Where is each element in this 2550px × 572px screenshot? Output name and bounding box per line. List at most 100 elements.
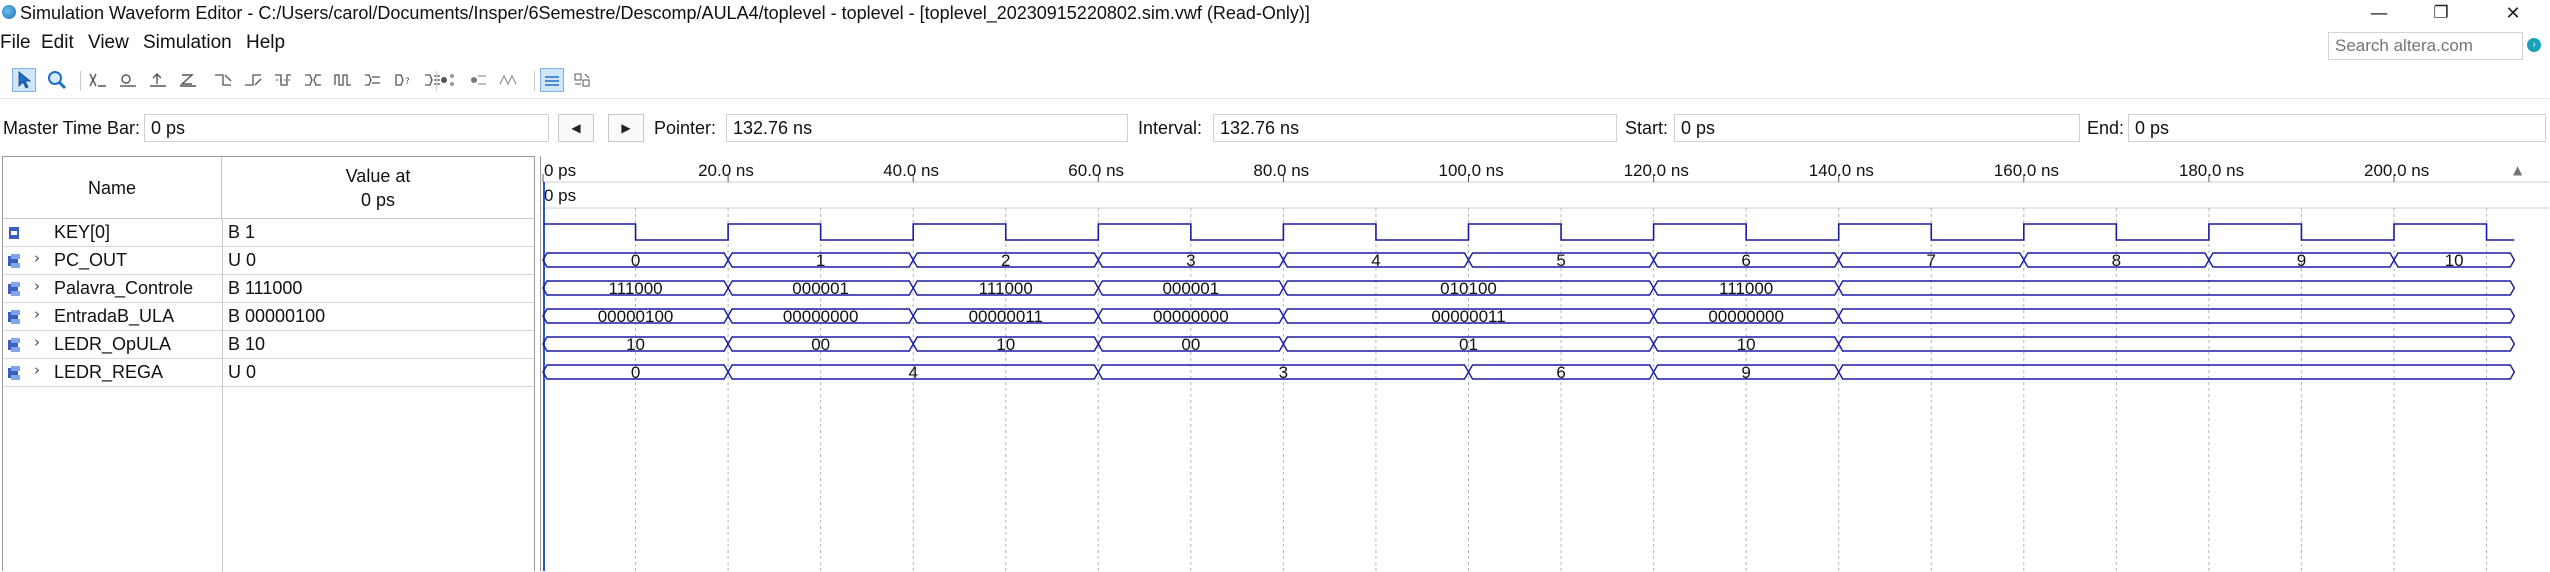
- app-icon: [2, 5, 16, 19]
- menu-file[interactable]: File: [0, 32, 31, 54]
- close-button[interactable]: ✕: [2490, 0, 2536, 27]
- snap-to-grid-icon[interactable]: [436, 68, 460, 92]
- forcing-unknown-icon[interactable]: [86, 68, 110, 92]
- time-tick-label: 80.0 ns: [1253, 161, 1309, 180]
- signal-row-entradab-ula[interactable]: › EntradaB_ULA B 00000100: [3, 303, 534, 331]
- menu-simulation[interactable]: Simulation: [143, 32, 232, 54]
- bus-value-label: 000001: [792, 279, 849, 298]
- expand-chevron-icon[interactable]: ›: [34, 333, 40, 351]
- grid-settings-icon[interactable]: [570, 68, 594, 92]
- search-input[interactable]: [2328, 32, 2523, 60]
- bus-value-label: 00000000: [783, 307, 859, 326]
- bus-value-label: 00000000: [1708, 307, 1784, 326]
- signal-value: U 0: [228, 250, 257, 270]
- waveform-compare-icon[interactable]: [466, 68, 490, 92]
- next-transition-button[interactable]: ▶: [608, 114, 644, 142]
- signal-value: B 111000: [228, 278, 303, 298]
- time-tick-label: 160.0 ns: [1994, 161, 2059, 180]
- master-time-marker-label: 0 ps: [544, 186, 576, 205]
- bus-segment: [1837, 308, 2516, 324]
- value-column-header[interactable]: Value at 0 ps: [222, 157, 534, 219]
- signal-row-palavra-controle[interactable]: › Palavra_Controle B 111000: [3, 275, 534, 303]
- expand-chevron-icon[interactable]: ›: [34, 277, 40, 295]
- output-bus-icon: [8, 338, 20, 352]
- value-icon[interactable]: ?: [391, 68, 415, 92]
- bus-value-label: 10: [626, 335, 645, 354]
- signal-list-panel: Name Value at 0 ps KEY[0] B 1 › PC_OUT U…: [2, 156, 535, 572]
- signal-value: U 0: [228, 362, 257, 382]
- clock-icon[interactable]: [331, 68, 355, 92]
- svg-text:?: ?: [405, 77, 410, 87]
- forcing-low-icon[interactable]: [116, 68, 140, 92]
- menu-bar: File Edit View Simulation Help: [0, 29, 2550, 59]
- bus-value-label: 4: [1371, 251, 1380, 270]
- master-time-bar-field[interactable]: 0 ps: [144, 114, 549, 142]
- start-label: Start:: [1625, 118, 1669, 138]
- expand-chevron-icon[interactable]: ›: [34, 361, 40, 379]
- search-go-icon[interactable]: ›: [2527, 38, 2541, 52]
- output-bus-icon: [8, 282, 20, 296]
- value-header-line2: 0 ps: [360, 190, 396, 210]
- name-column-header[interactable]: Name: [3, 157, 222, 219]
- value-header-line1: Value at: [345, 166, 411, 186]
- bus-value-label: 00000000: [1153, 307, 1229, 326]
- random-values-icon[interactable]: [361, 68, 385, 92]
- output-bus-icon: [8, 366, 20, 380]
- bus-value-label: 111000: [608, 279, 662, 298]
- signal-name: EntradaB_ULA: [54, 306, 175, 326]
- signal-name: KEY[0]: [54, 222, 111, 242]
- menu-edit[interactable]: Edit: [41, 32, 74, 54]
- input-pin-icon: [9, 227, 19, 239]
- end-label: End:: [2087, 118, 2125, 138]
- time-tick-label: 20.0 ns: [698, 161, 754, 180]
- waveform-panel[interactable]: 0 ps 20.0 ns 40.0 ns 60.0 ns 80.0 ns 100.0 ns…: [540, 156, 2550, 571]
- time-tick-label: 200.0 ns: [2364, 161, 2429, 180]
- menu-view[interactable]: View: [88, 32, 129, 54]
- bus-value-label: 5: [1556, 251, 1565, 270]
- output-bus-icon: [8, 254, 20, 268]
- bus-value-label: 00000011: [1431, 307, 1505, 326]
- bus-value-label: 6: [1556, 363, 1565, 382]
- interval-label: Interval:: [1138, 118, 1203, 138]
- waveform-canvas[interactable]: 0 ps 20.0 ns 40.0 ns 60.0 ns 80.0 ns 100.0 ns…: [541, 156, 2549, 571]
- bus-segment: [1837, 364, 2516, 380]
- weak-low-icon[interactable]: [211, 68, 235, 92]
- menu-help[interactable]: Help: [246, 32, 285, 54]
- signal-row-ledr-opula[interactable]: › LEDR_OpULA B 10: [3, 331, 534, 359]
- scroll-up-arrow-icon[interactable]: ▲: [2513, 163, 2522, 177]
- bus-value-label: 10: [2445, 251, 2464, 270]
- end-field: 0 ps: [2128, 114, 2546, 142]
- count-value-icon[interactable]: [301, 68, 325, 92]
- signal-row-pc-out[interactable]: › PC_OUT U 0: [3, 247, 534, 275]
- bus-value-label: 010100: [1440, 279, 1497, 298]
- forcing-high-impedance-icon[interactable]: [176, 68, 200, 92]
- bus-value-label: 8: [2112, 251, 2121, 270]
- minimize-button[interactable]: —: [2356, 0, 2402, 27]
- time-tick-label: 0 ps: [544, 161, 576, 180]
- bus-value-label: 111000: [1719, 279, 1773, 298]
- expand-chevron-icon[interactable]: ›: [34, 305, 40, 323]
- previous-transition-button[interactable]: ◀: [558, 114, 594, 142]
- invert-icon[interactable]: [271, 68, 295, 92]
- report-icon[interactable]: [540, 68, 564, 92]
- signal-row-key0[interactable]: KEY[0] B 1: [3, 219, 534, 247]
- bus-value-label: 00000011: [969, 307, 1043, 326]
- signal-name: PC_OUT: [54, 250, 128, 270]
- forcing-high-icon[interactable]: [146, 68, 170, 92]
- bus-value-label: 10: [996, 335, 1015, 354]
- window-title: Simulation Waveform Editor - C:/Users/ca…: [20, 3, 1310, 23]
- settings-icon[interactable]: [496, 68, 520, 92]
- bus-value-label: 4: [908, 363, 917, 382]
- bus-value-label: 2: [1001, 251, 1010, 270]
- expand-chevron-icon[interactable]: ›: [34, 249, 40, 267]
- weak-high-icon[interactable]: [241, 68, 265, 92]
- maximize-button[interactable]: ❐: [2418, 0, 2464, 27]
- bus-segment: [1837, 280, 2516, 296]
- bus-value-label: 3: [1186, 251, 1195, 270]
- toolbar-separator: [80, 71, 81, 91]
- bus-value-label: 9: [2297, 251, 2306, 270]
- zoom-tool-icon[interactable]: [45, 68, 69, 92]
- selection-tool-icon[interactable]: [12, 68, 36, 92]
- signal-row-ledr-rega[interactable]: › LEDR_REGA U 0: [3, 359, 534, 387]
- clock-waveform-key0: [543, 223, 2515, 241]
